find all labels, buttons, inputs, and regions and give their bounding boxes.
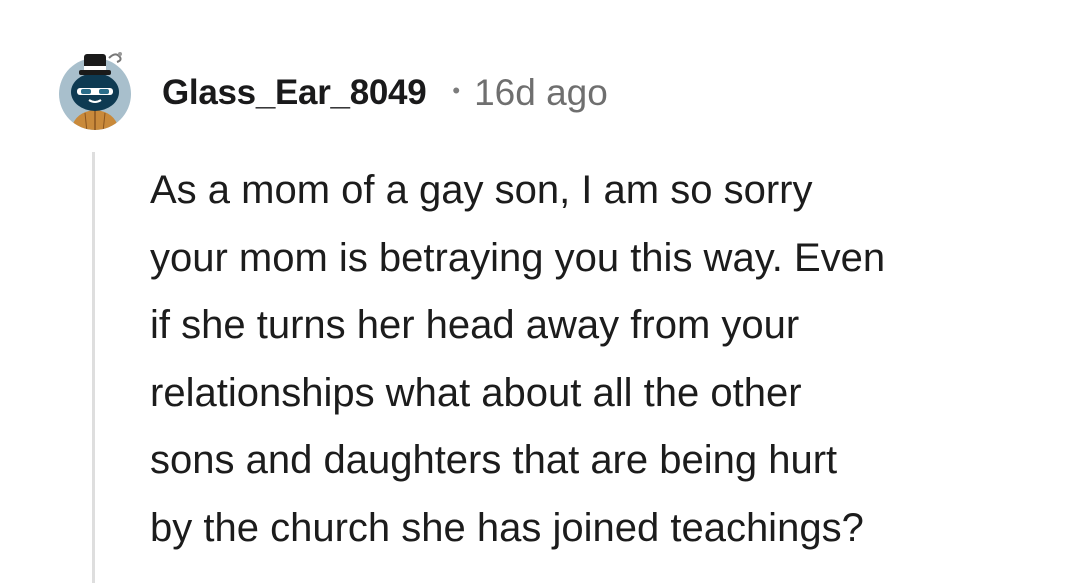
comment: Glass_Ear_8049 • 16d ago As a mom of a g…: [0, 0, 1080, 583]
separator-dot: •: [452, 78, 461, 103]
author-username[interactable]: Glass_Ear_8049: [162, 73, 427, 113]
comment-header: Glass_Ear_8049 • 16d ago: [162, 68, 608, 118]
comment-body: As a mom of a gay son, I am so sorry you…: [150, 157, 1050, 562]
thread-collapse-line[interactable]: [92, 152, 95, 583]
comment-body-line: As a mom of a gay son, I am so sorry: [150, 168, 813, 212]
comment-body-line: by the church she has joined teachings?: [150, 505, 864, 550]
comment-body-line: if she turns her head away from your: [150, 303, 800, 347]
comment-timestamp[interactable]: 16d ago: [474, 72, 608, 114]
user-avatar[interactable]: [57, 50, 133, 130]
comment-body-line: sons and daughters that are being hurt: [150, 438, 838, 482]
snoo-avatar-icon: [59, 52, 131, 130]
comment-body-line: relationships what about all the other: [150, 370, 802, 415]
comment-body-line: your mom is betraying you this way. Even: [150, 235, 886, 280]
